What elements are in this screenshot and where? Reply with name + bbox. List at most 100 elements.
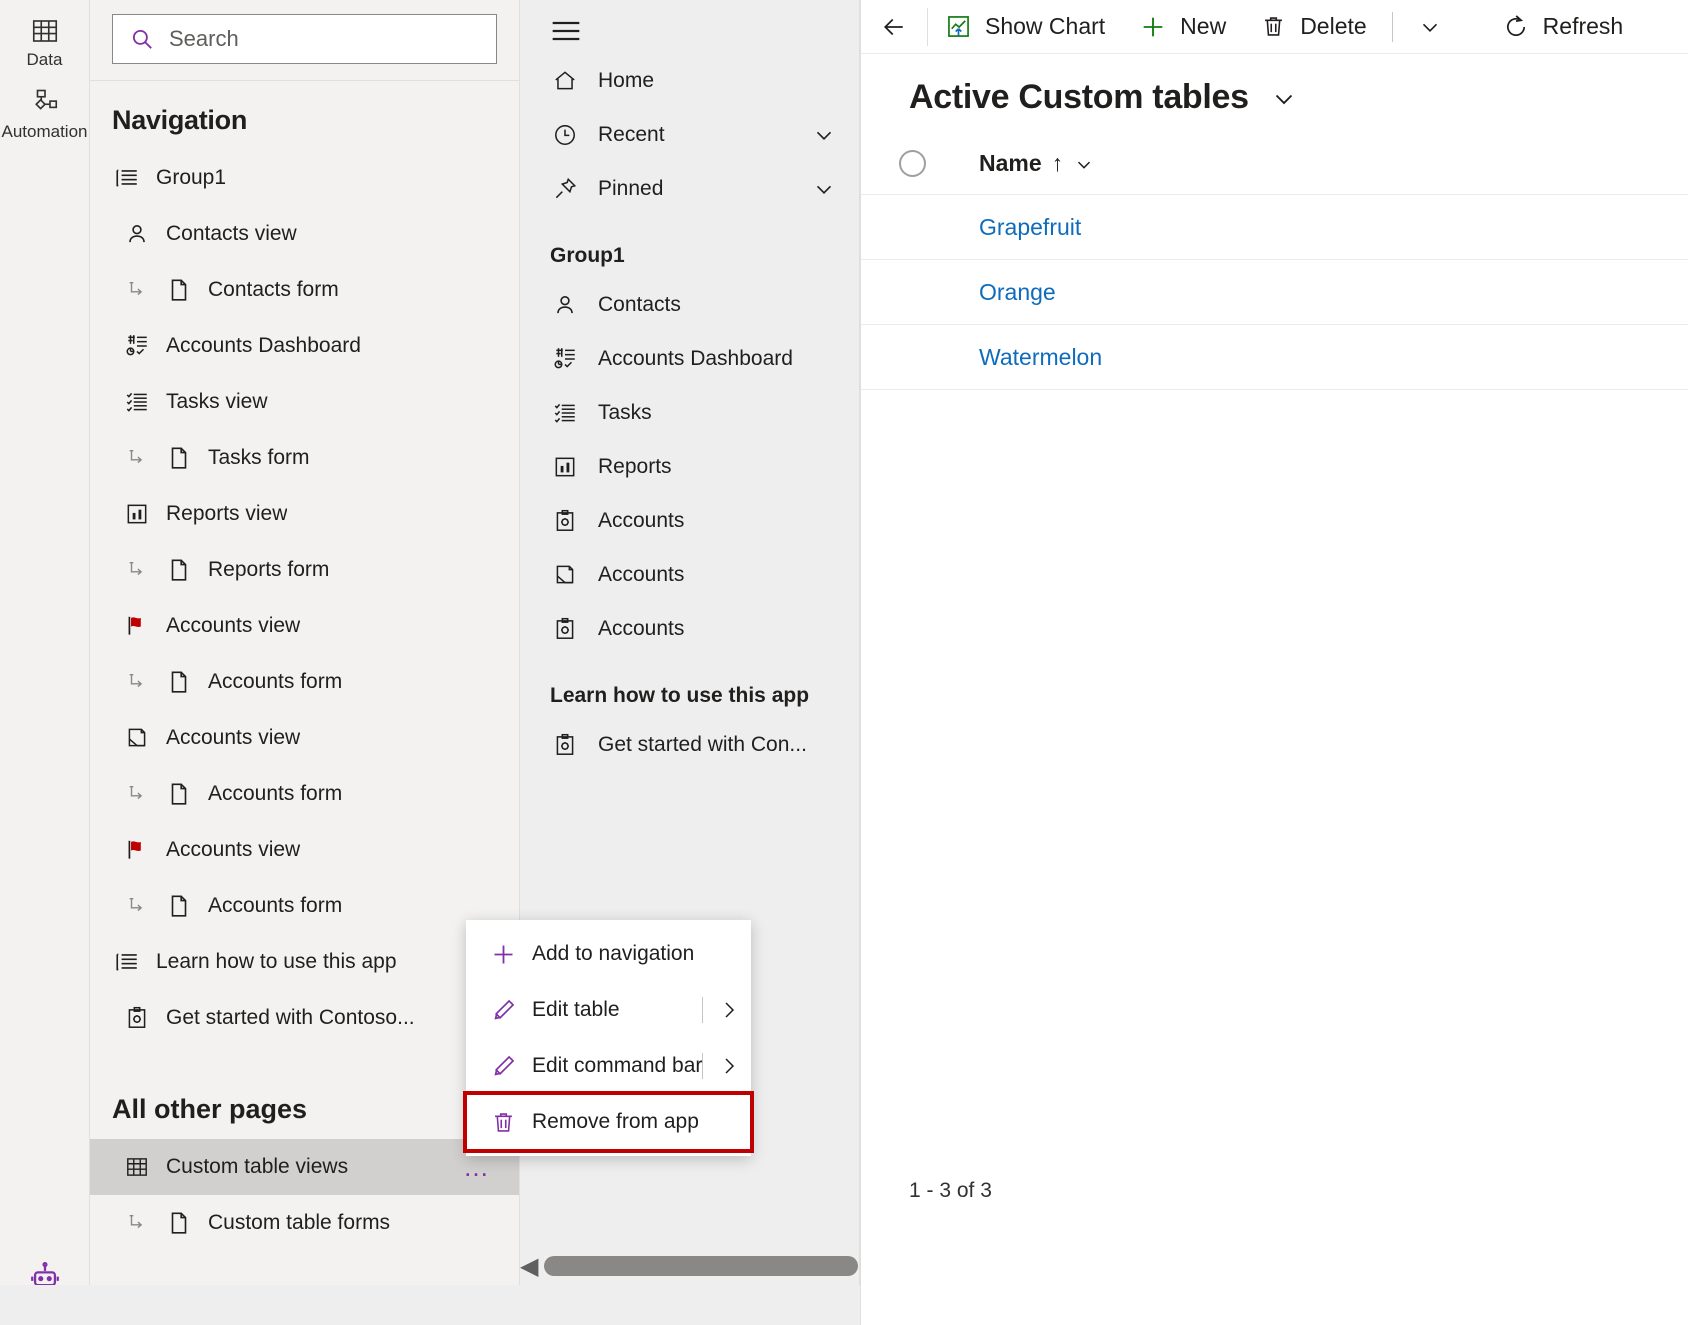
tree-item-custom-table-views[interactable]: Custom table views … <box>90 1139 519 1195</box>
trash-icon <box>1260 13 1287 40</box>
sitemap-item-label: Accounts Dashboard <box>598 347 793 370</box>
sitemap-item-contacts[interactable]: Contacts <box>520 278 859 332</box>
plus-icon <box>1139 13 1167 41</box>
search-box[interactable] <box>112 14 497 64</box>
table-icon <box>30 16 60 46</box>
row-name-link[interactable]: Orange <box>979 279 1056 306</box>
back-button[interactable] <box>861 0 927 54</box>
context-menu: Add to navigation Edit table Edit comman… <box>463 920 754 1156</box>
hamburger-icon <box>550 18 859 44</box>
menu-item-edit-command-bar[interactable]: Edit command bar <box>466 1038 751 1094</box>
tree-item-reports-form[interactable]: Reports form <box>90 542 519 598</box>
show-chart-button[interactable]: Show Chart <box>928 0 1122 54</box>
form-page-icon <box>164 669 194 695</box>
submenu-indicator[interactable] <box>702 1053 741 1079</box>
left-rail: Data Automation <box>0 0 90 1325</box>
form-page-icon <box>164 893 194 919</box>
tree-item-contacts-form[interactable]: Contacts form <box>90 262 519 318</box>
tree-item-accounts-form-3[interactable]: Accounts form <box>90 878 519 934</box>
scrollbar-track[interactable] <box>544 1256 858 1276</box>
rail-item-automation[interactable]: Automation <box>0 80 90 152</box>
table-row[interactable]: Watermelon <box>861 325 1688 390</box>
scroll-left-arrow-icon[interactable]: ◀ <box>520 1252 538 1281</box>
app-root: Data Automation Search Navigation Group1… <box>0 0 1688 1325</box>
row-name-link[interactable]: Grapefruit <box>979 214 1081 241</box>
table-row[interactable]: Grapefruit <box>861 195 1688 260</box>
sitemap-item-label: Pinned <box>598 177 664 200</box>
chevron-down-icon[interactable] <box>811 122 837 148</box>
horizontal-scrollbar[interactable]: ◀ <box>520 1249 858 1283</box>
sitemap-item-accounts-2[interactable]: Accounts <box>520 548 859 602</box>
child-branch-icon <box>122 1212 152 1234</box>
menu-item-label: Add to navigation <box>532 942 695 965</box>
new-button[interactable]: New <box>1122 0 1243 54</box>
menu-item-remove-from-app[interactable]: Remove from app <box>463 1091 754 1153</box>
tree-item-custom-table-forms[interactable]: Custom table forms <box>90 1195 519 1251</box>
clipboard-gear-icon <box>550 508 580 534</box>
form-page-icon <box>164 557 194 583</box>
tree-item-accounts-form-1[interactable]: Accounts form <box>90 654 519 710</box>
pencil-icon <box>488 1053 518 1080</box>
column-header-label: Name <box>979 150 1042 176</box>
refresh-icon <box>1502 13 1530 41</box>
overflow-commands-button[interactable] <box>1401 0 1459 54</box>
tree-item-label: Accounts form <box>208 670 343 693</box>
record-count: 1 - 3 of 3 <box>909 1179 992 1202</box>
chevron-right-icon[interactable] <box>717 998 741 1022</box>
new-label: New <box>1180 13 1227 39</box>
navigation-heading: Navigation <box>112 105 248 135</box>
sitemap-item-reports[interactable]: Reports <box>520 440 859 494</box>
sitemap-item-label: Tasks <box>598 401 652 424</box>
chevron-down-icon[interactable] <box>1269 83 1299 113</box>
sitemap-item-accounts-1[interactable]: Accounts <box>520 494 859 548</box>
tree-item-label: Reports form <box>208 558 330 581</box>
scrollbar-thumb[interactable] <box>544 1256 858 1276</box>
tree-item-tasks-form[interactable]: Tasks form <box>90 430 519 486</box>
home-icon <box>550 68 580 94</box>
menu-item-label: Edit command bar <box>532 1054 703 1077</box>
red-flag-icon <box>122 837 152 863</box>
overflow-menu-button[interactable]: … <box>463 1153 491 1180</box>
sitemap-item-get-started[interactable]: Get started with Con... <box>520 718 859 772</box>
sitemap-item-home[interactable]: Home <box>520 54 859 108</box>
sitemap-item-pinned[interactable]: Pinned <box>520 162 859 216</box>
sitemap-item-accounts-dashboard[interactable]: Accounts Dashboard <box>520 332 859 386</box>
sitemap-item-recent[interactable]: Recent <box>520 108 859 162</box>
tree-item-label: Accounts form <box>208 782 343 805</box>
chevron-down-icon <box>1417 14 1443 40</box>
view-selector[interactable]: Active Custom tables <box>861 54 1688 133</box>
row-name-link[interactable]: Watermelon <box>979 344 1102 371</box>
tree-item-contacts-view[interactable]: Contacts view <box>90 206 519 262</box>
chevron-down-icon[interactable] <box>1073 153 1095 175</box>
select-all-toggle[interactable] <box>899 150 926 177</box>
tree-item-reports-view[interactable]: Reports view <box>90 486 519 542</box>
delete-button[interactable]: Delete <box>1243 0 1383 54</box>
chevron-down-icon[interactable] <box>811 176 837 202</box>
tree-item-tasks-view[interactable]: Tasks view <box>90 374 519 430</box>
tree-item-accounts-view-3[interactable]: Accounts view <box>90 822 519 878</box>
table-row[interactable]: Orange <box>861 260 1688 325</box>
tree-item-label: Tasks view <box>166 390 268 413</box>
refresh-button[interactable]: Refresh <box>1485 0 1641 54</box>
case-folder-icon <box>550 562 580 588</box>
menu-item-edit-table[interactable]: Edit table <box>466 982 751 1038</box>
tree-item-accounts-view-2[interactable]: Accounts view <box>90 710 519 766</box>
chevron-right-icon[interactable] <box>717 1054 741 1078</box>
tree-item-accounts-view-1[interactable]: Accounts view <box>90 598 519 654</box>
tree-item-get-started[interactable]: Get started with Contoso... <box>90 990 519 1046</box>
tree-item-label: Get started with Contoso... <box>166 1006 415 1029</box>
tree-item-accounts-form-2[interactable]: Accounts form <box>90 766 519 822</box>
rail-item-data[interactable]: Data <box>0 8 90 80</box>
hamburger-menu-button[interactable] <box>520 4 859 54</box>
column-header-name[interactable]: Name ↑ <box>979 150 1095 177</box>
submenu-indicator[interactable] <box>702 997 741 1023</box>
sitemap-item-label: Get started with Con... <box>598 733 807 756</box>
tree-item-learn-group[interactable]: Learn how to use this app <box>90 934 519 990</box>
search-input[interactable] <box>169 26 480 52</box>
sitemap-item-tasks[interactable]: Tasks <box>520 386 859 440</box>
tree-item-group1[interactable]: Group1 <box>90 150 519 206</box>
report-chart-icon <box>550 454 580 480</box>
tree-item-accounts-dashboard[interactable]: Accounts Dashboard <box>90 318 519 374</box>
sitemap-item-accounts-3[interactable]: Accounts <box>520 602 859 656</box>
menu-item-add-to-navigation[interactable]: Add to navigation <box>466 926 751 982</box>
